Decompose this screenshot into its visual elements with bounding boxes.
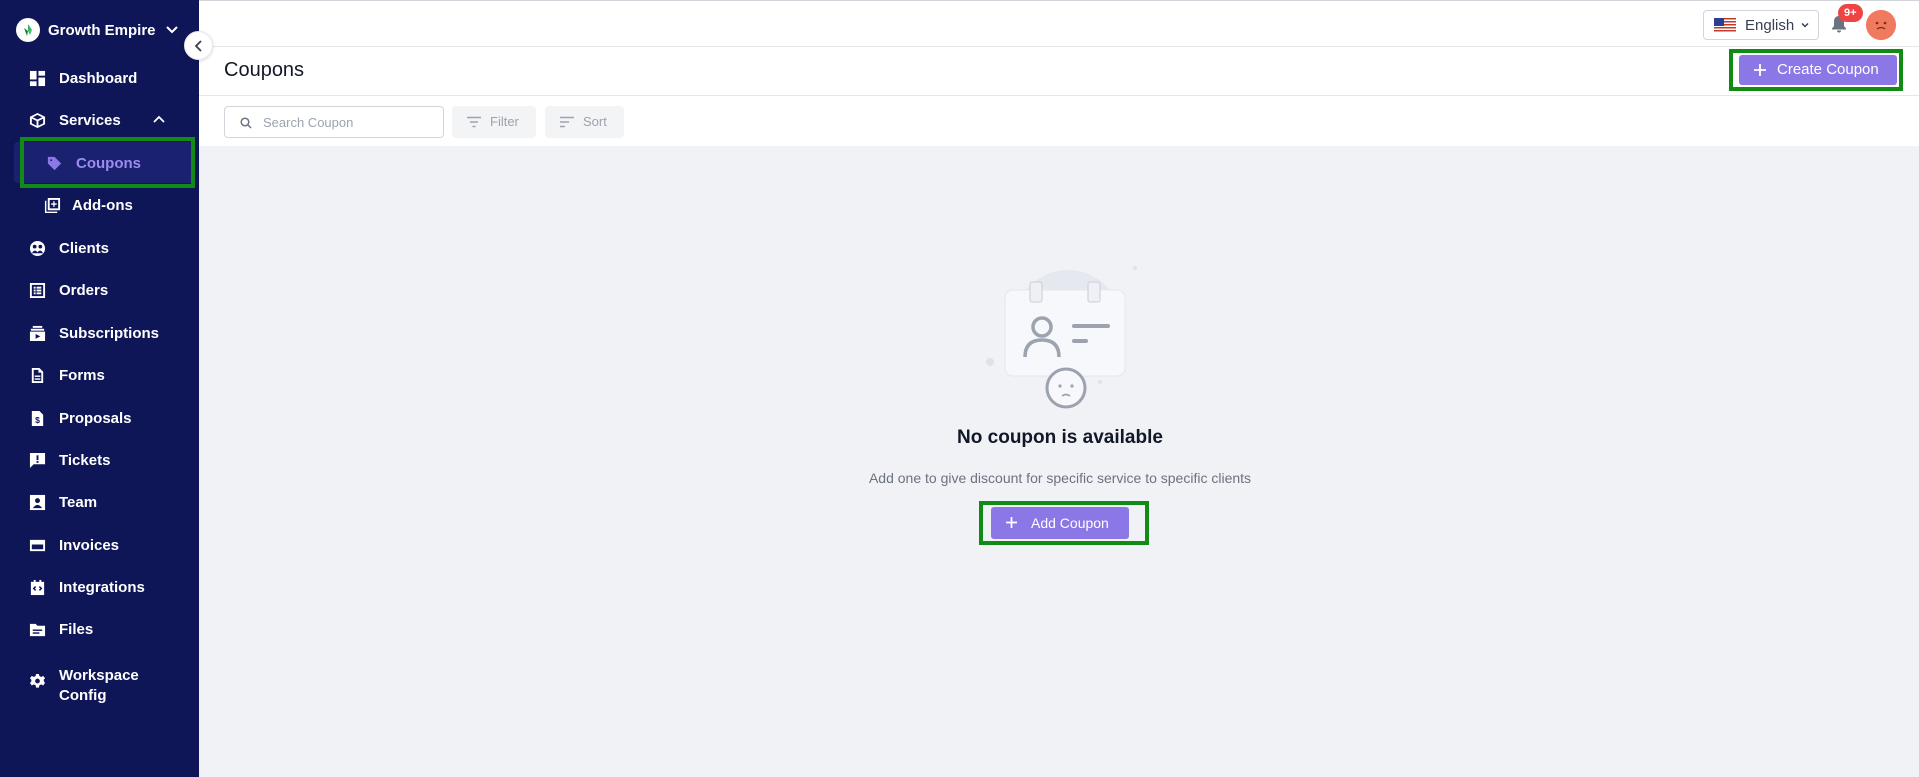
add-coupon-button[interactable]: Add Coupon	[991, 507, 1129, 539]
toolbar: Filter Sort	[199, 96, 1919, 146]
create-coupon-label: Create Coupon	[1777, 61, 1879, 78]
sidebar-item-team[interactable]: Team	[0, 484, 199, 520]
dashboard-icon	[28, 69, 46, 87]
team-icon	[28, 493, 46, 511]
sidebar-item-label: Clients	[59, 239, 110, 257]
language-selector[interactable]: English	[1703, 10, 1819, 40]
sidebar-item-label: Workspace Config	[59, 667, 139, 704]
folder-icon	[28, 620, 46, 638]
highlight-box-coupons	[20, 137, 195, 188]
sidebar-item-label: Files	[59, 620, 94, 638]
avatar[interactable]	[1866, 10, 1896, 40]
brand-name: Growth Empire	[48, 21, 156, 39]
search-icon	[240, 117, 252, 129]
filter-icon	[467, 116, 481, 128]
ticket-icon	[28, 451, 46, 469]
proposal-icon: $	[28, 409, 46, 427]
collapse-sidebar-button[interactable]	[184, 31, 213, 60]
clients-icon	[28, 239, 46, 257]
sidebar-item-label: Integrations	[59, 578, 145, 596]
sidebar-item-label: Invoices	[59, 536, 120, 554]
plus-icon	[1754, 64, 1766, 76]
chevron-down-icon	[1801, 22, 1809, 28]
empty-state-description: Add one to give discount for specific se…	[868, 470, 1252, 486]
sidebar-item-label: Services	[59, 111, 121, 129]
sort-button[interactable]: Sort	[545, 106, 624, 138]
sidebar-item-services[interactable]: Services	[0, 102, 199, 138]
chevron-left-icon	[194, 39, 202, 52]
search-box	[224, 106, 444, 138]
svg-text:$: $	[35, 415, 40, 425]
orders-icon	[28, 281, 46, 299]
empty-state-title: No coupon is available	[957, 427, 1163, 448]
add-box-icon	[43, 196, 61, 214]
sort-label: Sort	[583, 114, 607, 129]
empty-coupon-illustration	[986, 266, 1137, 409]
invoice-icon	[28, 536, 46, 554]
sidebar-item-dashboard[interactable]: Dashboard	[0, 60, 199, 96]
sidebar-item-orders[interactable]: Orders	[0, 272, 199, 308]
sidebar-item-label: Forms	[59, 366, 105, 384]
workspace-switcher[interactable]: Growth Empire	[16, 18, 178, 42]
gear-icon	[28, 672, 46, 690]
top-bar: English 9+	[199, 0, 1919, 47]
plus-icon	[1006, 517, 1017, 528]
form-icon	[28, 366, 46, 384]
sidebar-item-label: Add-ons	[72, 196, 133, 214]
sidebar-item-workspace-config[interactable]: Workspace Config	[0, 667, 199, 708]
highlight-box-add-coupon: Add Coupon	[979, 501, 1149, 545]
sidebar-item-integrations[interactable]: Integrations	[0, 569, 199, 605]
sidebar-item-label: Orders	[59, 281, 109, 299]
sidebar-item-clients[interactable]: Clients	[0, 230, 199, 266]
sidebar-item-label: Dashboard	[59, 69, 138, 87]
integrations-icon	[28, 578, 46, 596]
sidebar-item-label: Subscriptions	[59, 324, 160, 342]
sidebar-item-label: Proposals	[59, 409, 132, 427]
sidebar-item-label: Tickets	[59, 451, 111, 469]
chevron-up-icon	[153, 115, 165, 123]
create-coupon-button[interactable]: Create Coupon	[1739, 55, 1897, 85]
filter-button[interactable]: Filter	[452, 106, 536, 138]
sidebar-item-label: Team	[59, 493, 98, 511]
add-coupon-label: Add Coupon	[1031, 515, 1109, 531]
search-input[interactable]	[263, 113, 433, 131]
sidebar-item-subscriptions[interactable]: Subscriptions	[0, 315, 199, 351]
subscriptions-icon	[28, 324, 46, 342]
highlight-box-create-coupon: Create Coupon	[1729, 49, 1903, 91]
sidebar-item-add-ons[interactable]: Add-ons	[0, 187, 199, 223]
sidebar-item-files[interactable]: Files	[0, 611, 199, 647]
box-icon	[28, 111, 46, 129]
notification-badge: 9+	[1838, 4, 1863, 22]
page-header: Coupons Create Coupon	[199, 47, 1919, 96]
sidebar: Growth Empire Dashboard Services Coupons…	[0, 0, 199, 777]
page-title: Coupons	[224, 59, 305, 81]
avatar-face-icon	[1866, 10, 1896, 40]
brand-logo-icon	[16, 18, 40, 42]
us-flag-icon	[1714, 18, 1736, 33]
sidebar-item-invoices[interactable]: Invoices	[0, 527, 199, 563]
chevron-down-icon	[166, 26, 178, 34]
filter-label: Filter	[490, 114, 519, 129]
sort-icon	[560, 116, 574, 128]
sidebar-item-forms[interactable]: Forms	[0, 357, 199, 393]
language-label: English	[1745, 17, 1795, 34]
